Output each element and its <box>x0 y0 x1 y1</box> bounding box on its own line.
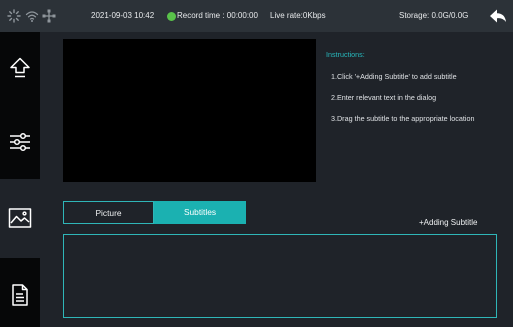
back-icon[interactable] <box>488 7 508 25</box>
datetime: 2021-09-03 10:42 <box>91 11 155 20</box>
instructions-title: Instructions: <box>326 50 365 59</box>
storage: Storage: 0.0G/0.0G <box>399 11 469 20</box>
instruction-line: 1.Click '+Adding Subtitle' to add subtit… <box>331 72 457 81</box>
add-subtitle-button[interactable]: +Adding Subtitle <box>419 218 478 227</box>
tab-subtitles[interactable]: Subtitles <box>154 201 246 224</box>
live-rate: Live rate:0Kbps <box>270 11 326 20</box>
sidebar-item-upload[interactable] <box>0 32 40 179</box>
record-time: Record time : 00:00:00 <box>177 11 258 20</box>
record-status-icon <box>167 12 176 21</box>
network-icon <box>41 8 57 24</box>
loading-icon <box>6 8 22 24</box>
wifi-icon <box>24 8 40 24</box>
sidebar-item-document[interactable] <box>0 258 40 327</box>
image-icon <box>8 208 32 228</box>
tab-picture[interactable]: Picture <box>63 201 154 224</box>
upload-icon <box>10 57 30 78</box>
status-bar: 2021-09-03 10:42 Record time : 00:00:00 … <box>0 0 513 32</box>
subtitle-list[interactable] <box>63 234 497 318</box>
document-icon <box>12 284 28 306</box>
sidebar <box>0 32 49 327</box>
video-preview[interactable] <box>63 39 316 182</box>
instructions-panel: Instructions: 1.Click '+Adding Subtitle'… <box>326 50 474 135</box>
sidebar-item-image[interactable] <box>0 193 40 241</box>
instruction-line: 2.Enter relevant text in the dialog <box>331 93 437 102</box>
instruction-line: 3.Drag the subtitle to the appropriate l… <box>331 114 475 123</box>
sliders-icon <box>10 132 30 152</box>
